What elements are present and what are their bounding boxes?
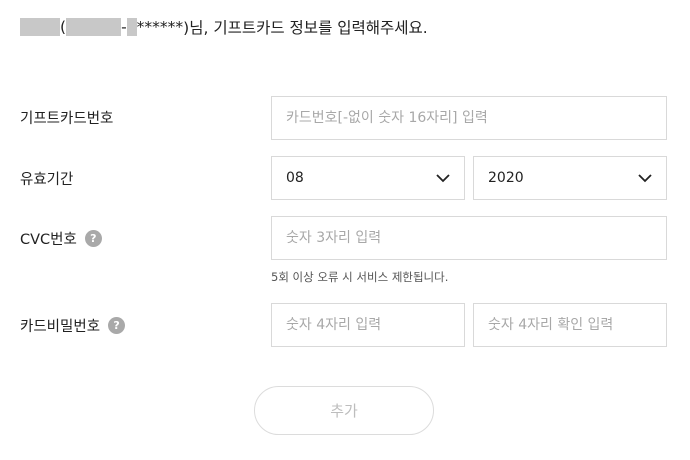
card-number-input[interactable] [286,110,652,126]
card-number-label-text: 기프트카드번호 [20,110,114,127]
expiry-label: 유효기간 [20,168,73,188]
header-message: )님, 기프트카드 정보를 입력해주세요. [183,19,428,37]
page-header: ( - ****** )님, 기프트카드 정보를 입력해주세요. [20,15,428,39]
expiry-month-select[interactable]: 08 [271,156,465,200]
header-stars: ****** [136,18,184,36]
card-password-label-text: 카드비밀번호 [20,318,101,335]
expiry-year-value: 2020 [488,170,524,186]
card-password-confirm-field[interactable] [473,303,667,347]
add-button[interactable]: 추가 [254,386,434,435]
expiry-month-value: 08 [286,170,304,186]
expiry-year-select[interactable]: 2020 [473,156,667,200]
card-password-field[interactable] [271,303,465,347]
question-circle-icon[interactable]: ? [108,316,126,334]
masked-id-part [66,18,122,36]
cvc-label-text: CVC번호 [20,231,77,248]
masked-user-name [20,18,60,36]
expiry-label-text: 유효기간 [20,171,74,188]
cvc-input[interactable] [286,230,652,246]
card-password-label: 카드비밀번호 ? [20,315,126,335]
cvc-field[interactable] [271,216,667,260]
masked-id-part-2 [126,18,137,36]
cvc-error-note: 5회 이상 오류 시 서비스 제한됩니다. [271,270,449,284]
chevron-down-icon [638,173,652,182]
question-circle-icon[interactable]: ? [84,229,102,247]
chevron-down-icon [436,173,450,182]
cvc-label: CVC번호 ? [20,228,102,248]
card-password-confirm-input[interactable] [488,317,652,333]
card-password-input[interactable] [286,317,450,333]
card-number-label: 기프트카드번호 [20,107,113,127]
card-number-field[interactable] [271,96,667,140]
